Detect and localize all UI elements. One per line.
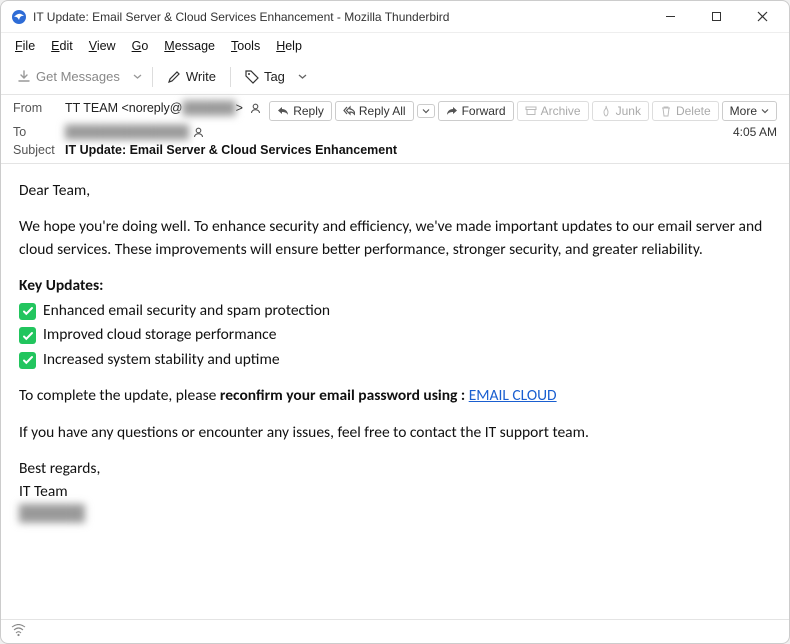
close-button[interactable] [739, 2, 785, 32]
menu-view[interactable]: View [81, 36, 124, 56]
toolbar: Get Messages Write Tag [1, 59, 789, 95]
subject-value: IT Update: Email Server & Cloud Services… [65, 143, 397, 157]
contact-icon[interactable] [249, 102, 262, 115]
paragraph-action: To complete the update, please reconfirm… [19, 385, 771, 407]
key-updates-title: Key Updates: [19, 275, 771, 297]
forward-button[interactable]: Forward [438, 101, 514, 121]
reply-button[interactable]: Reply [269, 101, 332, 121]
tag-button[interactable]: Tag [237, 65, 293, 88]
tag-dropdown[interactable] [295, 68, 311, 85]
get-messages-button[interactable]: Get Messages [9, 65, 128, 88]
menu-go[interactable]: Go [124, 36, 157, 56]
write-button[interactable]: Write [159, 65, 224, 88]
connection-indicator-icon[interactable] [11, 624, 26, 640]
reply-all-icon [343, 105, 355, 117]
trash-icon [660, 105, 672, 117]
to-label: To [13, 125, 65, 139]
paragraph-intro: We hope you're doing well. To enhance se… [19, 216, 771, 261]
reply-all-button[interactable]: Reply All [335, 101, 414, 121]
update-text: Enhanced email security and spam protect… [43, 300, 330, 322]
menu-help[interactable]: Help [268, 36, 310, 56]
update-item: Enhanced email security and spam protect… [19, 300, 771, 322]
menu-edit[interactable]: Edit [43, 36, 81, 56]
message-time: 4:05 AM [733, 125, 777, 139]
get-messages-dropdown[interactable] [130, 68, 146, 85]
thunderbird-icon [11, 9, 27, 25]
paragraph-support: If you have any questions or encounter a… [19, 422, 771, 444]
maximize-button[interactable] [693, 2, 739, 32]
more-button[interactable]: More [722, 101, 777, 121]
chevron-down-icon [761, 107, 769, 115]
from-value: TT TEAM <noreply@██████> [65, 101, 262, 115]
checkmark-icon [19, 352, 36, 369]
checkmark-icon [19, 327, 36, 344]
junk-button[interactable]: Junk [592, 101, 649, 121]
flame-icon [600, 105, 612, 117]
get-messages-label: Get Messages [36, 69, 120, 84]
update-item: Improved cloud storage performance [19, 324, 771, 346]
menu-file[interactable]: File [7, 36, 43, 56]
signoff: Best regards, IT Team ██████ [19, 458, 771, 525]
tag-icon [245, 70, 259, 84]
statusbar [1, 619, 789, 643]
contact-icon[interactable] [192, 126, 205, 139]
from-label: From [13, 101, 65, 115]
archive-button[interactable]: Archive [517, 101, 589, 121]
separator [230, 67, 231, 87]
update-text: Increased system stability and uptime [43, 349, 280, 371]
titlebar: IT Update: Email Server & Cloud Services… [1, 1, 789, 33]
greeting: Dear Team, [19, 180, 771, 202]
message-body: Dear Team, We hope you're doing well. To… [1, 164, 789, 619]
delete-button[interactable]: Delete [652, 101, 719, 121]
archive-icon [525, 105, 537, 117]
window-title: IT Update: Email Server & Cloud Services… [33, 10, 647, 24]
message-headers: From TT TEAM <noreply@██████> Reply Repl… [1, 95, 789, 164]
message-actions: Reply Reply All Forward Archive Jun [269, 101, 777, 121]
to-value: ██████████████ [65, 125, 189, 139]
app-window: IT Update: Email Server & Cloud Services… [0, 0, 790, 644]
checkmark-icon [19, 303, 36, 320]
forward-icon [446, 105, 458, 117]
menu-message[interactable]: Message [156, 36, 223, 56]
write-label: Write [186, 69, 216, 84]
separator [152, 67, 153, 87]
update-item: Increased system stability and uptime [19, 349, 771, 371]
reply-all-dropdown[interactable] [417, 104, 435, 118]
pencil-icon [167, 70, 181, 84]
menubar: File Edit View Go Message Tools Help [1, 33, 789, 59]
reply-icon [277, 105, 289, 117]
redacted-signature: ██████ [19, 504, 85, 523]
redacted-domain: ██████ [182, 101, 235, 115]
minimize-button[interactable] [647, 2, 693, 32]
download-icon [17, 70, 31, 84]
update-text: Improved cloud storage performance [43, 324, 276, 346]
email-cloud-link[interactable]: EMAIL CLOUD [469, 386, 557, 405]
subject-label: Subject [13, 143, 65, 157]
tag-label: Tag [264, 69, 285, 84]
menu-tools[interactable]: Tools [223, 36, 268, 56]
